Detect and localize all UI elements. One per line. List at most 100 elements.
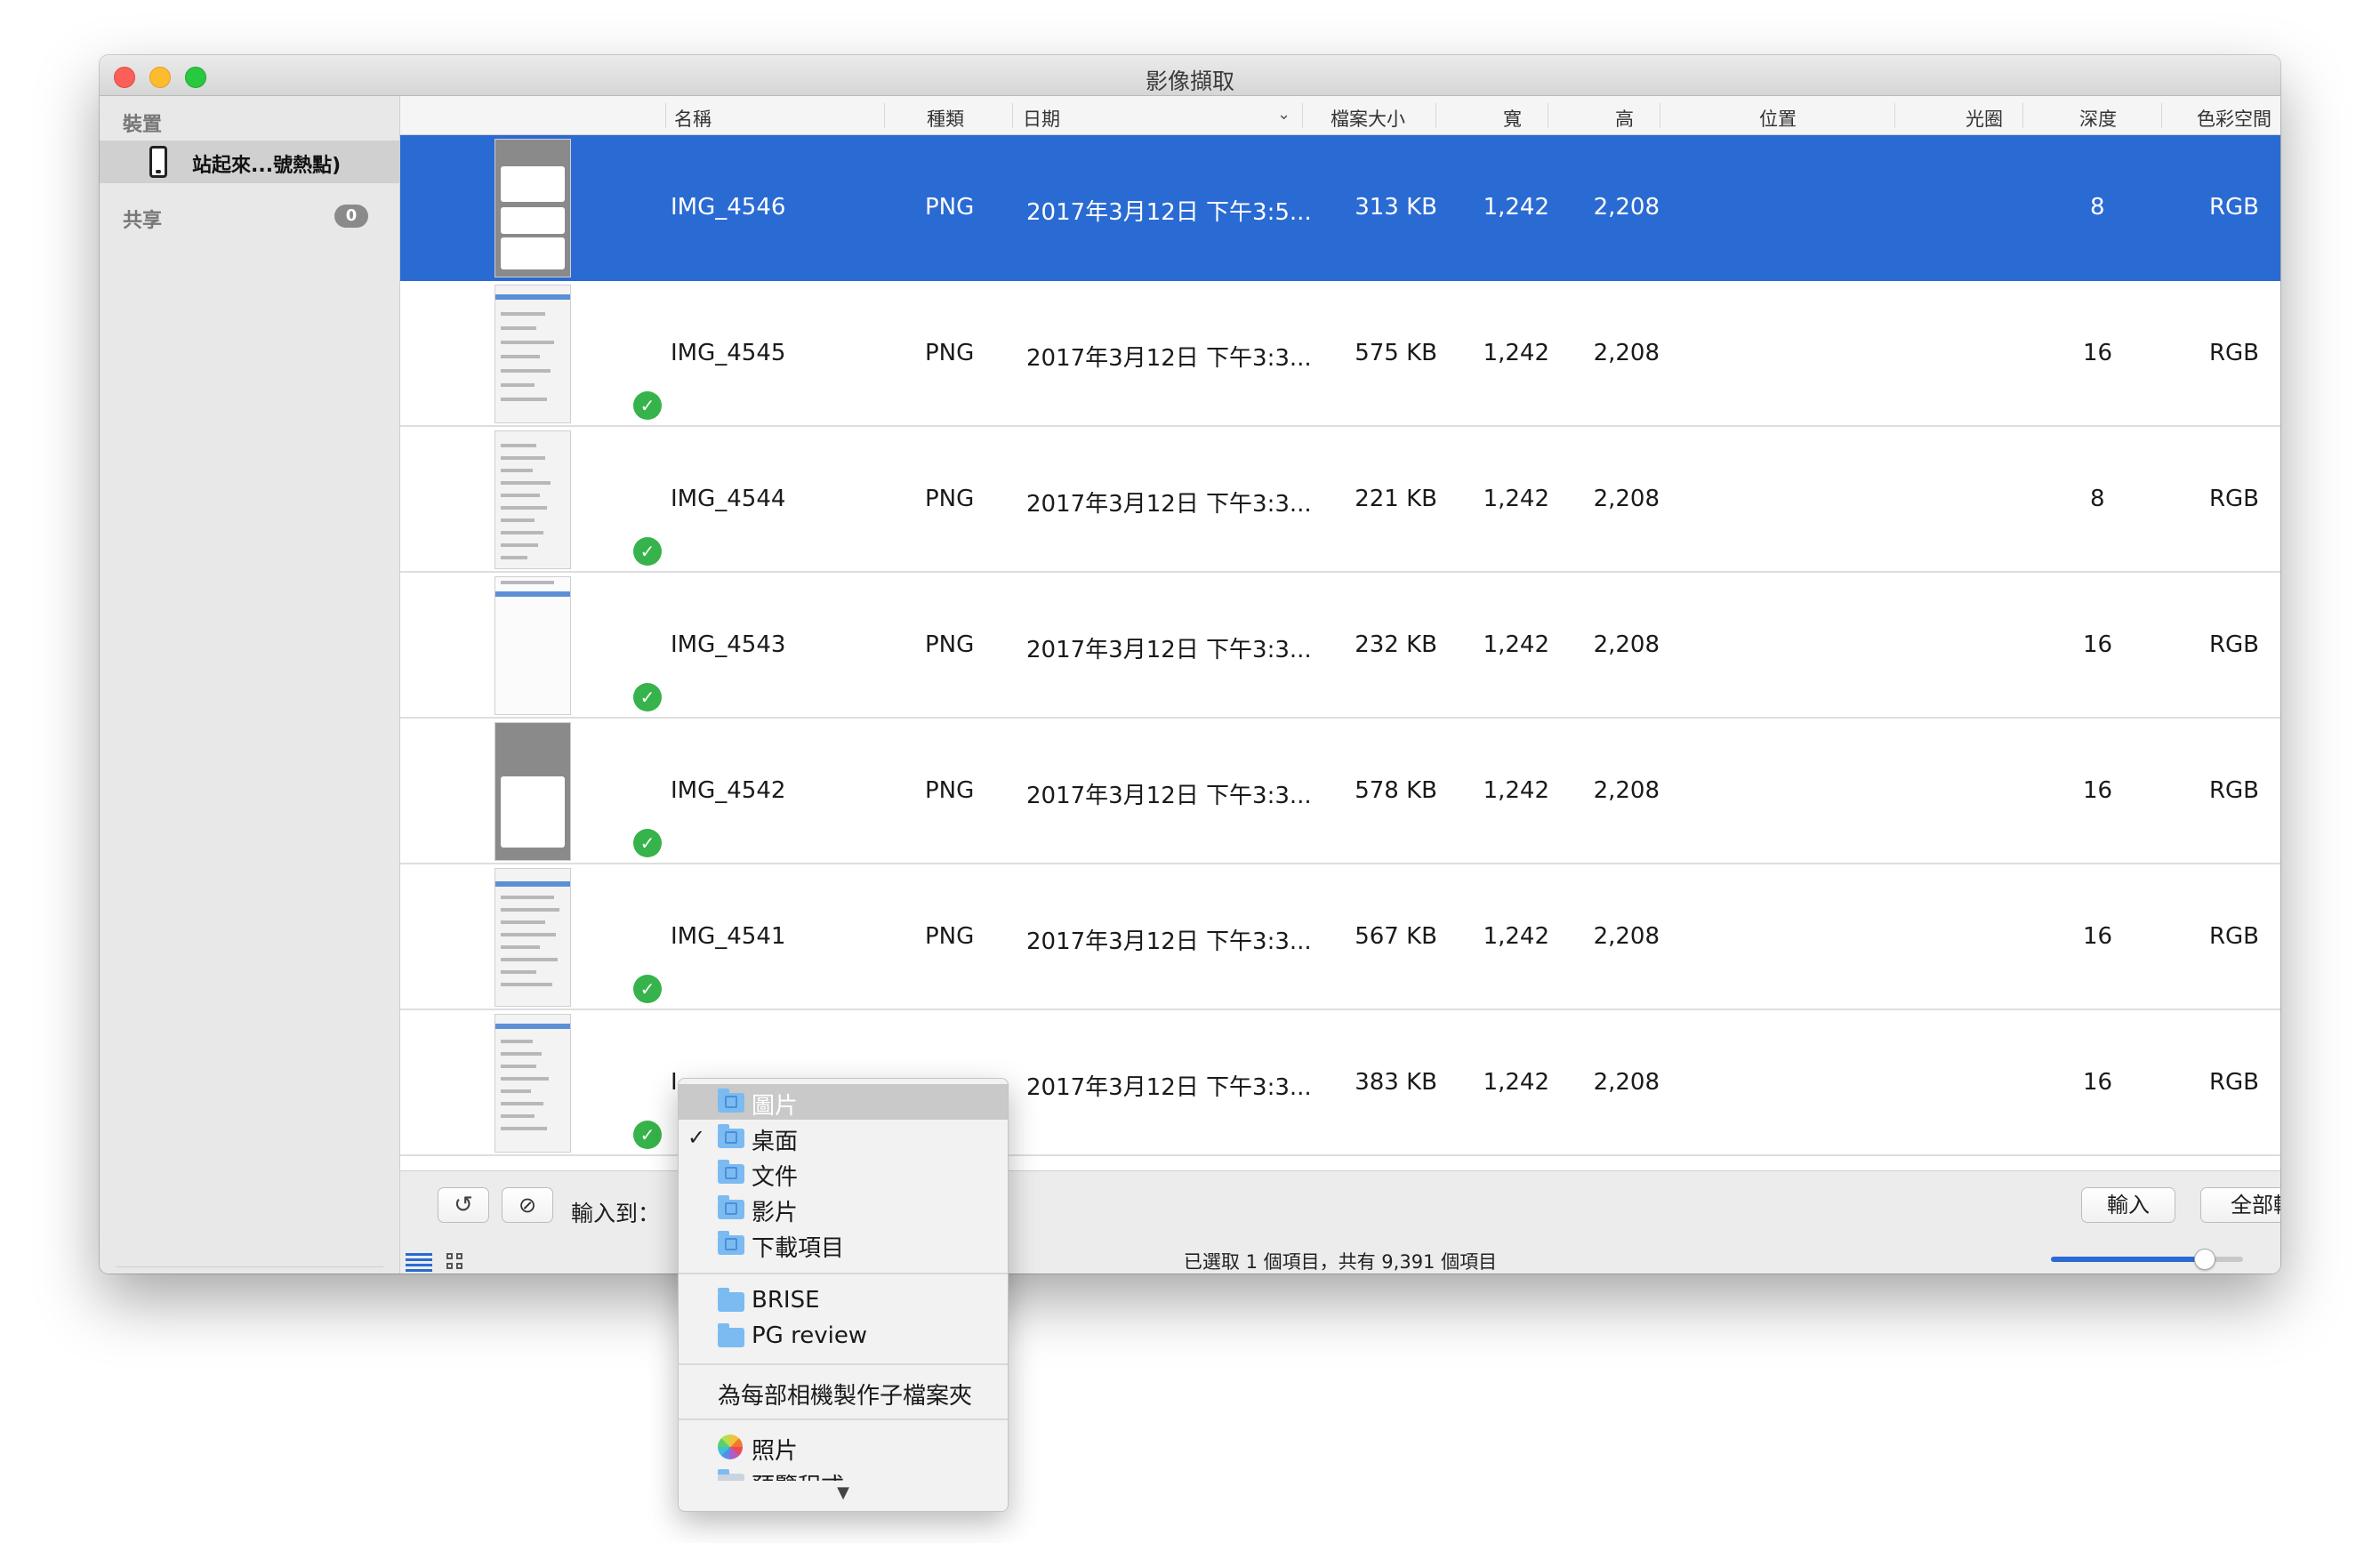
cell-colorspace: RGB: [2208, 340, 2259, 366]
cell-date: 2017年3月12日 下午3:3...: [1026, 928, 1312, 955]
delete-button[interactable]: ⊘: [502, 1187, 553, 1223]
menu-scroll-down-arrow[interactable]: ▼: [679, 1483, 1008, 1502]
cell-date: 2017年3月12日 下午3:5...: [1026, 199, 1312, 226]
cell-width: 1,242: [1483, 194, 1549, 221]
cell-width: 1,242: [1483, 340, 1549, 366]
thumbnail: [494, 576, 571, 715]
cell-date: 2017年3月12日 下午3:3...: [1026, 637, 1312, 663]
import-destination-menu: 圖片 ✓ 桌面 文件 影片 下載項目 BRISE PG review 為每部相機…: [678, 1078, 1009, 1512]
slider-knob[interactable]: [2193, 1249, 2215, 1270]
imported-check-icon: ✓: [633, 829, 662, 857]
menu-item-folder-pg-review[interactable]: PG review: [679, 1319, 1008, 1354]
cell-size: 232 KB: [1355, 631, 1437, 658]
menu-item-downloads[interactable]: 下載項目: [679, 1226, 1008, 1262]
table-row[interactable]: ✓ IMG_4544 PNG 2017年3月12日 下午3:3... 221 K…: [400, 427, 2280, 573]
list-view-button[interactable]: [406, 1253, 432, 1272]
column-header-height[interactable]: 高: [1615, 105, 1634, 132]
column-header-depth[interactable]: 深度: [2079, 105, 2117, 132]
cell-colorspace: RGB: [2208, 923, 2259, 950]
table-row[interactable]: ✓ IMG_4543 PNG 2017年3月12日 下午3:3... 232 K…: [400, 573, 2280, 719]
thumbnail: [494, 722, 571, 861]
cell-size: 575 KB: [1355, 340, 1437, 366]
rotate-left-icon: ↺: [454, 1192, 473, 1218]
column-header-name[interactable]: 名稱: [674, 105, 712, 132]
cell-size: 567 KB: [1355, 923, 1437, 950]
menu-separator: [679, 1363, 1008, 1365]
cell-size: 578 KB: [1355, 777, 1437, 804]
cell-kind: PNG: [925, 777, 975, 804]
cell-width: 1,242: [1483, 923, 1549, 950]
shared-count-badge: 0: [334, 205, 368, 228]
column-header-location[interactable]: 位置: [1759, 105, 1797, 132]
downloads-folder-icon: [718, 1231, 744, 1255]
cell-depth: 8: [2090, 194, 2105, 221]
table-row[interactable]: ✓ IMG_4542 PNG 2017年3月12日 下午3:3... 578 K…: [400, 719, 2280, 864]
thumbnail: [494, 430, 571, 569]
cell-name: IMG_4542: [671, 777, 786, 804]
movies-folder-icon: [718, 1195, 744, 1219]
menu-separator: [679, 1273, 1008, 1274]
menu-item-movies[interactable]: 影片: [679, 1191, 1008, 1226]
cell-date: 2017年3月12日 下午3:3...: [1026, 783, 1312, 809]
table-row[interactable]: ✓ IMG_4545 PNG 2017年3月12日 下午3:3... 575 K…: [400, 281, 2280, 427]
photos-app-icon: [718, 1435, 743, 1459]
cell-depth: 8: [2090, 486, 2105, 512]
column-header-colorspace[interactable]: 色彩空間: [2197, 105, 2271, 132]
cell-colorspace: RGB: [2208, 1069, 2259, 1096]
menu-item-documents[interactable]: 文件: [679, 1155, 1008, 1191]
menu-item-preview[interactable]: 預覽程式: [679, 1465, 1008, 1481]
cell-date: 2017年3月12日 下午3:3...: [1026, 345, 1312, 372]
import-to-label: 輸入到：: [571, 1201, 661, 1226]
column-header-size[interactable]: 檔案大小: [1331, 105, 1405, 132]
folder-icon: [718, 1323, 744, 1347]
cell-depth: 16: [2083, 777, 2113, 804]
thumbnail: [494, 1014, 571, 1153]
cell-name: IMG_4545: [671, 340, 786, 366]
menu-item-desktop[interactable]: ✓ 桌面: [679, 1120, 1008, 1155]
cell-colorspace: RGB: [2208, 194, 2259, 221]
cell-depth: 16: [2083, 923, 2113, 950]
title-bar: 影像擷取: [100, 55, 2280, 96]
cell-name: IMG_4546: [671, 194, 786, 221]
thumbnail-size-slider[interactable]: [2051, 1249, 2243, 1270]
table-row[interactable]: ✓ IMG_4541 PNG 2017年3月12日 下午3:3... 567 K…: [400, 864, 2280, 1010]
cell-depth: 16: [2083, 340, 2113, 366]
imported-check-icon: ✓: [633, 537, 662, 566]
device-name: 站起來...號熱點): [192, 155, 342, 177]
cell-kind: PNG: [925, 340, 975, 366]
cell-kind: PNG: [925, 923, 975, 950]
menu-item-photos[interactable]: 照片: [679, 1429, 1008, 1465]
slider-fill: [2051, 1257, 2205, 1262]
menu-item-pictures[interactable]: 圖片: [679, 1084, 1008, 1120]
imported-check-icon: ✓: [633, 1121, 662, 1149]
cell-date: 2017年3月12日 下午3:3...: [1026, 1074, 1312, 1101]
cell-width: 1,242: [1483, 1069, 1549, 1096]
column-header-date[interactable]: 日期: [1023, 105, 1060, 132]
table-row[interactable]: IMG_4546 PNG 2017年3月12日 下午3:5... 313 KB …: [400, 135, 2280, 281]
preview-app-icon: [718, 1469, 744, 1481]
menu-item-folder-brise[interactable]: BRISE: [679, 1283, 1008, 1319]
import-button[interactable]: 輸入: [2081, 1187, 2175, 1223]
sidebar: 裝置 站起來...號熱點) 共享 0: [100, 96, 400, 1274]
documents-folder-icon: [718, 1160, 744, 1184]
sidebar-item-device[interactable]: 站起來...號熱點): [100, 141, 399, 183]
column-header-kind[interactable]: 種類: [927, 105, 964, 132]
grid-view-button[interactable]: [446, 1253, 464, 1271]
menu-item-make-subfolders[interactable]: 為每部相機製作子檔案夾: [679, 1374, 1008, 1410]
cell-height: 2,208: [1593, 777, 1660, 804]
window-title: 影像擷取: [1145, 68, 1234, 94]
rotate-left-button[interactable]: ↺: [438, 1187, 489, 1223]
imported-check-icon: ✓: [633, 391, 662, 420]
cell-depth: 16: [2083, 1069, 2113, 1096]
cell-height: 2,208: [1593, 631, 1660, 658]
column-header-aperture[interactable]: 光圈: [1966, 105, 2003, 132]
cell-height: 2,208: [1593, 1069, 1660, 1096]
cell-kind: PNG: [925, 631, 975, 658]
column-header-width[interactable]: 寬: [1503, 105, 1522, 132]
import-all-button[interactable]: 全部輸入: [2200, 1187, 2280, 1223]
cell-width: 1,242: [1483, 631, 1549, 658]
cell-size: 383 KB: [1355, 1069, 1437, 1096]
cell-height: 2,208: [1593, 194, 1660, 221]
cell-height: 2,208: [1593, 486, 1660, 512]
cell-height: 2,208: [1593, 923, 1660, 950]
